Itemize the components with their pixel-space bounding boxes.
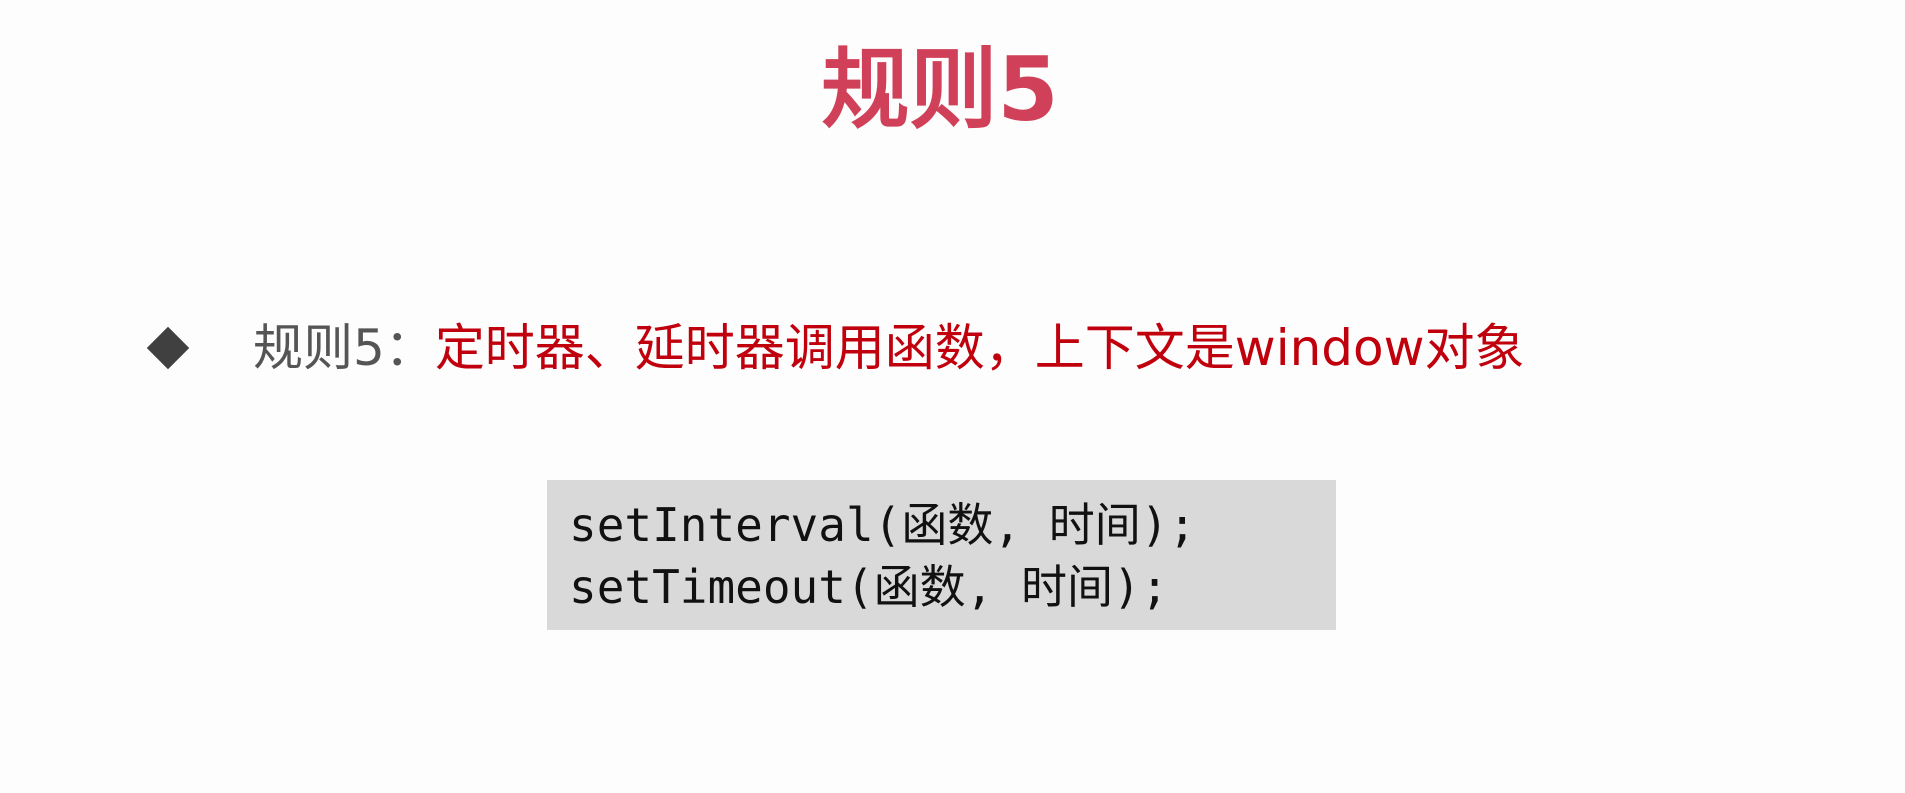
slide-title: 规则5 bbox=[821, 38, 1059, 141]
bullet-point: 规则5： 定时器、延时器调用函数，上下文是window对象 bbox=[145, 310, 1525, 386]
code-block: setInterval(函数, 时间); setTimeout(函数, 时间); bbox=[547, 480, 1336, 630]
bullet-prefix-label: 规则5： bbox=[253, 319, 435, 377]
code-line-set-timeout: setTimeout(函数, 时间); bbox=[569, 560, 1169, 614]
diamond-bullet-icon bbox=[146, 326, 190, 370]
code-line-set-interval: setInterval(函数, 时间); bbox=[569, 498, 1197, 552]
bullet-rule-text: 定时器、延时器调用函数，上下文是window对象 bbox=[434, 319, 1525, 377]
slide: 规则5 规则5： 定时器、延时器调用函数，上下文是window对象 setInt… bbox=[0, 0, 1905, 793]
